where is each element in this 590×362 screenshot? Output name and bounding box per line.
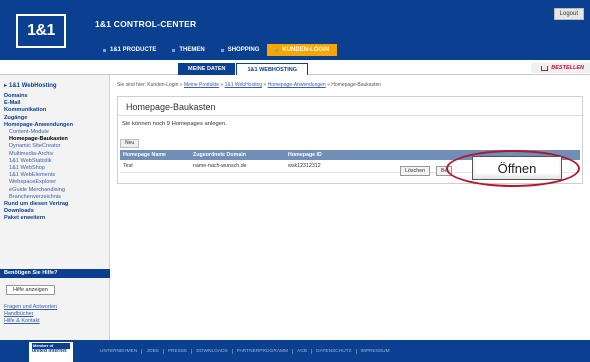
breadcrumb-link-products[interactable]: Meine Produkte bbox=[184, 82, 219, 88]
sidebar-item-homepage-apps[interactable]: Homepage-Anwendungen bbox=[0, 122, 110, 129]
cell-domain: name-nach-wunsch.de bbox=[193, 163, 247, 169]
sub-navigation: MEINE DATEN 1&1 WEBHOSTING BESTELLEN bbox=[0, 60, 590, 75]
breadcrumb: Sie sind hier: Kunden-Login » Meine Prod… bbox=[117, 82, 382, 88]
open-button[interactable]: Öffnen bbox=[472, 156, 562, 180]
nav-label: KUNDEN-LOGIN bbox=[282, 47, 330, 53]
breadcrumb-link-homepage-apps[interactable]: Homepage-Anwendungen bbox=[268, 82, 326, 88]
bullet-icon bbox=[172, 48, 176, 52]
footer-link-partner[interactable]: PARTNERPROGRAMM bbox=[233, 349, 294, 354]
sidebar-header-label: 1&1 WebHosting bbox=[9, 83, 57, 89]
footer-link-imprint[interactable]: IMPRESSUM bbox=[357, 349, 394, 354]
breadcrumb-current: Homepage-Baukasten bbox=[331, 82, 382, 88]
bullet-icon bbox=[275, 48, 279, 52]
footer-link-press[interactable]: PRESSE bbox=[164, 349, 193, 354]
column-header-name[interactable]: Homepage Name bbox=[120, 150, 190, 160]
sidebar-subitem-webspace-explorer[interactable]: WebspaceExplorer bbox=[0, 179, 110, 186]
new-homepage-button[interactable]: Neu bbox=[120, 139, 140, 148]
nav-item-shopping[interactable]: SHOPPING bbox=[212, 44, 268, 56]
sidebar-item-access[interactable]: Zugänge bbox=[0, 115, 110, 122]
order-label: BESTELLEN bbox=[551, 65, 584, 71]
main-nav: 1&1 PRODUCTE THEMEN SHOPPING KUNDEN-LOGI… bbox=[95, 44, 338, 56]
nav-label: THEMEN bbox=[179, 47, 205, 53]
brand-logo[interactable]: 1&1 bbox=[16, 14, 66, 48]
show-help-button[interactable]: Hilfe anzeigen bbox=[6, 285, 55, 295]
united-internet-badge[interactable]: Member of united internet bbox=[29, 342, 73, 362]
bullet-icon bbox=[220, 48, 224, 52]
tab-webhosting[interactable]: 1&1 WEBHOSTING bbox=[236, 63, 308, 75]
delete-button[interactable]: Löschen bbox=[400, 166, 431, 176]
sidebar-main-list: Domains E-Mail Kommunikation Zugänge Hom… bbox=[0, 93, 110, 223]
sidebar-header[interactable]: ▸ 1&1 WebHosting bbox=[4, 82, 57, 89]
sidebar-subitem-webelements[interactable]: 1&1 WebElements bbox=[0, 172, 110, 179]
tab-my-data[interactable]: MEINE DATEN bbox=[178, 63, 237, 75]
footer-link-privacy[interactable]: DATENSCHUTZ bbox=[312, 349, 357, 354]
sidebar-subitem-directory[interactable]: Branchenverzeichnis bbox=[0, 194, 110, 201]
info-text: Sie können noch 9 Homepages anlegen. bbox=[122, 121, 227, 127]
cart-icon bbox=[541, 65, 549, 71]
sidebar-item-domains[interactable]: Domains bbox=[0, 93, 110, 100]
nav-label: SHOPPING bbox=[227, 47, 260, 53]
app-title: 1&1 CONTROL-CENTER bbox=[95, 19, 197, 29]
nav-label: 1&1 PRODUCTE bbox=[110, 47, 157, 53]
breadcrumb-prefix: Sie sind hier: Kunden-Login » bbox=[117, 82, 183, 88]
sidebar-subitem-eguide[interactable]: eGuide Merchandising bbox=[0, 187, 110, 194]
sidebar-subitem-content-modules[interactable]: Content-Module bbox=[0, 129, 110, 136]
footer: Member of united internet UNTERNEHMEN JO… bbox=[0, 340, 590, 362]
footer-link-company[interactable]: UNTERNEHMEN bbox=[96, 349, 143, 354]
sidebar-subitem-webstatistik[interactable]: 1&1 WebStatistik bbox=[0, 158, 110, 165]
cell-name: Test bbox=[123, 163, 133, 169]
sidebar-item-contract[interactable]: Rund um diesen Vertrag bbox=[0, 201, 110, 208]
order-button[interactable]: BESTELLEN bbox=[531, 63, 590, 73]
column-header-domain[interactable]: Zugeordnete Domain bbox=[190, 150, 285, 160]
footer-link-agb[interactable]: AGB bbox=[293, 349, 313, 354]
footer-link-downloads[interactable]: DOWNLOADS bbox=[192, 349, 233, 354]
divider bbox=[118, 115, 582, 116]
sidebar-subitem-webshop[interactable]: 1&1 WebShop bbox=[0, 165, 110, 172]
sidebar-subitem-multimedia[interactable]: Multimedia-Archiv bbox=[0, 151, 110, 158]
nav-item-customer-login[interactable]: KUNDEN-LOGIN bbox=[267, 44, 338, 56]
column-header-id[interactable]: Homepage ID bbox=[285, 150, 365, 160]
faq-link[interactable]: Fragen und Antworten bbox=[4, 304, 57, 310]
sidebar-item-downloads[interactable]: Downloads bbox=[0, 208, 110, 215]
sidebar-item-extend[interactable]: Paket erweitern bbox=[0, 215, 110, 222]
page-title: Homepage-Baukasten bbox=[126, 102, 216, 112]
sidebar-subitem-sitecreator[interactable]: Dynamic SiteCreator bbox=[0, 143, 110, 150]
manuals-link[interactable]: Handbücher bbox=[4, 311, 33, 317]
footer-link-jobs[interactable]: JOBS bbox=[142, 349, 164, 354]
logout-button[interactable]: Logout bbox=[553, 8, 584, 20]
logo-text: 1&1 bbox=[27, 22, 55, 39]
badge-brand-text: united internet bbox=[32, 347, 67, 354]
help-header: Benötigen Sie Hilfe? bbox=[0, 269, 110, 278]
arrow-right-icon: ▸ bbox=[4, 83, 8, 89]
sidebar-subitem-homepage-builder[interactable]: Homepage-Baukasten bbox=[0, 136, 110, 143]
nav-item-products[interactable]: 1&1 PRODUCTE bbox=[95, 44, 165, 56]
top-header: 1&1 1&1 CONTROL-CENTER Logout 1&1 PRODUC… bbox=[0, 0, 590, 60]
sidebar-item-email[interactable]: E-Mail bbox=[0, 100, 110, 107]
help-contact-link[interactable]: Hilfe & Kontakt bbox=[4, 318, 40, 324]
sidebar-item-communication[interactable]: Kommunikation bbox=[0, 107, 110, 114]
breadcrumb-link-webhosting[interactable]: 1&1 WebHosting bbox=[225, 82, 262, 88]
cell-id: wsk12312312 bbox=[288, 163, 321, 169]
footer-links: UNTERNEHMEN JOBS PRESSE DOWNLOADS PARTNE… bbox=[96, 349, 394, 354]
nav-item-topics[interactable]: THEMEN bbox=[164, 44, 213, 56]
bullet-icon bbox=[103, 48, 106, 52]
sidebar: ▸ 1&1 WebHosting Domains E-Mail Kommunika… bbox=[0, 75, 110, 340]
